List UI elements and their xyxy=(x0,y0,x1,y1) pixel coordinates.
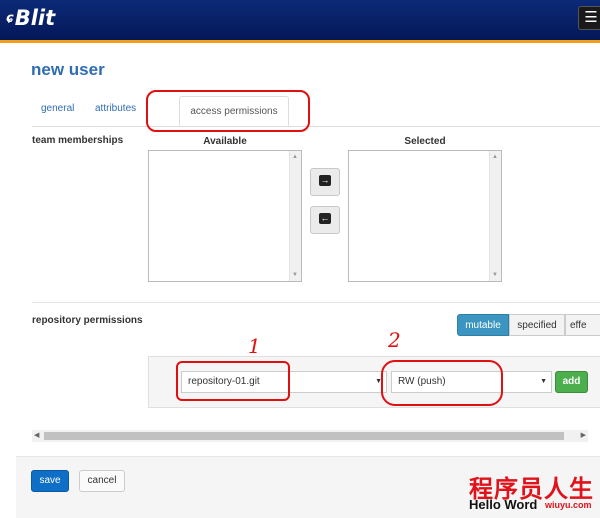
navbar-accent-line xyxy=(0,40,600,43)
scrollbar-thumb[interactable] xyxy=(44,432,564,440)
tab-access-permissions[interactable]: access permissions xyxy=(179,96,289,126)
annotation-number-2: 2 xyxy=(388,328,401,352)
permission-select[interactable]: RW (push) ▼ xyxy=(391,371,552,393)
available-teams-list[interactable]: ▲ ▼ xyxy=(148,150,302,282)
permission-select-value: RW (push) xyxy=(398,376,446,387)
mode-specified-button[interactable]: specified xyxy=(509,314,565,336)
annotation-number-1: 1 xyxy=(248,334,261,358)
cancel-button[interactable]: cancel xyxy=(79,470,125,492)
selected-list-scrollbar[interactable]: ▲ ▼ xyxy=(489,151,501,281)
mode-mutable-button[interactable]: mutable xyxy=(457,314,509,336)
caret-down-icon: ▼ xyxy=(375,378,382,385)
arrow-left-icon: ← xyxy=(319,213,331,224)
hamburger-icon: ☰ xyxy=(584,9,598,26)
move-to-available-button[interactable]: ← xyxy=(310,206,340,234)
scroll-down-icon[interactable]: ▼ xyxy=(292,272,298,278)
scroll-up-icon[interactable]: ▲ xyxy=(492,154,498,160)
tab-bar: general attributes access permissions xyxy=(32,96,600,127)
available-header: Available xyxy=(203,136,247,147)
scroll-right-icon[interactable]: ▶ xyxy=(581,431,586,439)
caret-down-icon: ▼ xyxy=(540,378,547,385)
horizontal-scrollbar[interactable]: ◀ ▶ xyxy=(32,430,588,442)
available-list-scrollbar[interactable]: ▲ ▼ xyxy=(289,151,301,281)
scroll-left-icon[interactable]: ◀ xyxy=(34,431,39,439)
move-to-selected-button[interactable]: → xyxy=(310,168,340,196)
arrow-right-icon: → xyxy=(319,175,331,186)
tab-general[interactable]: general xyxy=(41,103,74,114)
tab-attributes[interactable]: attributes xyxy=(95,103,136,114)
selected-header: Selected xyxy=(404,136,446,147)
app-brand-name: Blit xyxy=(14,6,56,30)
scroll-up-icon[interactable]: ▲ xyxy=(292,154,298,160)
watermark-site: wiuyu.com xyxy=(545,500,592,510)
page-title: new user xyxy=(31,60,105,79)
repository-select[interactable]: repository-01.git ▼ xyxy=(181,371,387,393)
repository-permissions-label: repository permissions xyxy=(32,315,143,326)
logo-mark-icon: ɕ xyxy=(6,11,14,26)
add-permission-button[interactable]: add xyxy=(555,371,588,393)
section-divider xyxy=(32,302,600,303)
watermark-english: Hello Word xyxy=(469,497,538,512)
save-button[interactable]: save xyxy=(31,470,69,492)
scroll-down-icon[interactable]: ▼ xyxy=(492,272,498,278)
app-logo[interactable]: ɕBlit xyxy=(6,6,55,30)
repository-select-value: repository-01.git xyxy=(188,376,260,387)
top-navbar: ɕBlit ☰ xyxy=(0,0,600,40)
menu-toggle-button[interactable]: ☰ xyxy=(578,6,600,30)
mode-effective-button[interactable]: effe xyxy=(565,314,600,336)
selected-teams-list[interactable]: ▲ ▼ xyxy=(348,150,502,282)
team-memberships-label: team memberships xyxy=(32,135,124,146)
